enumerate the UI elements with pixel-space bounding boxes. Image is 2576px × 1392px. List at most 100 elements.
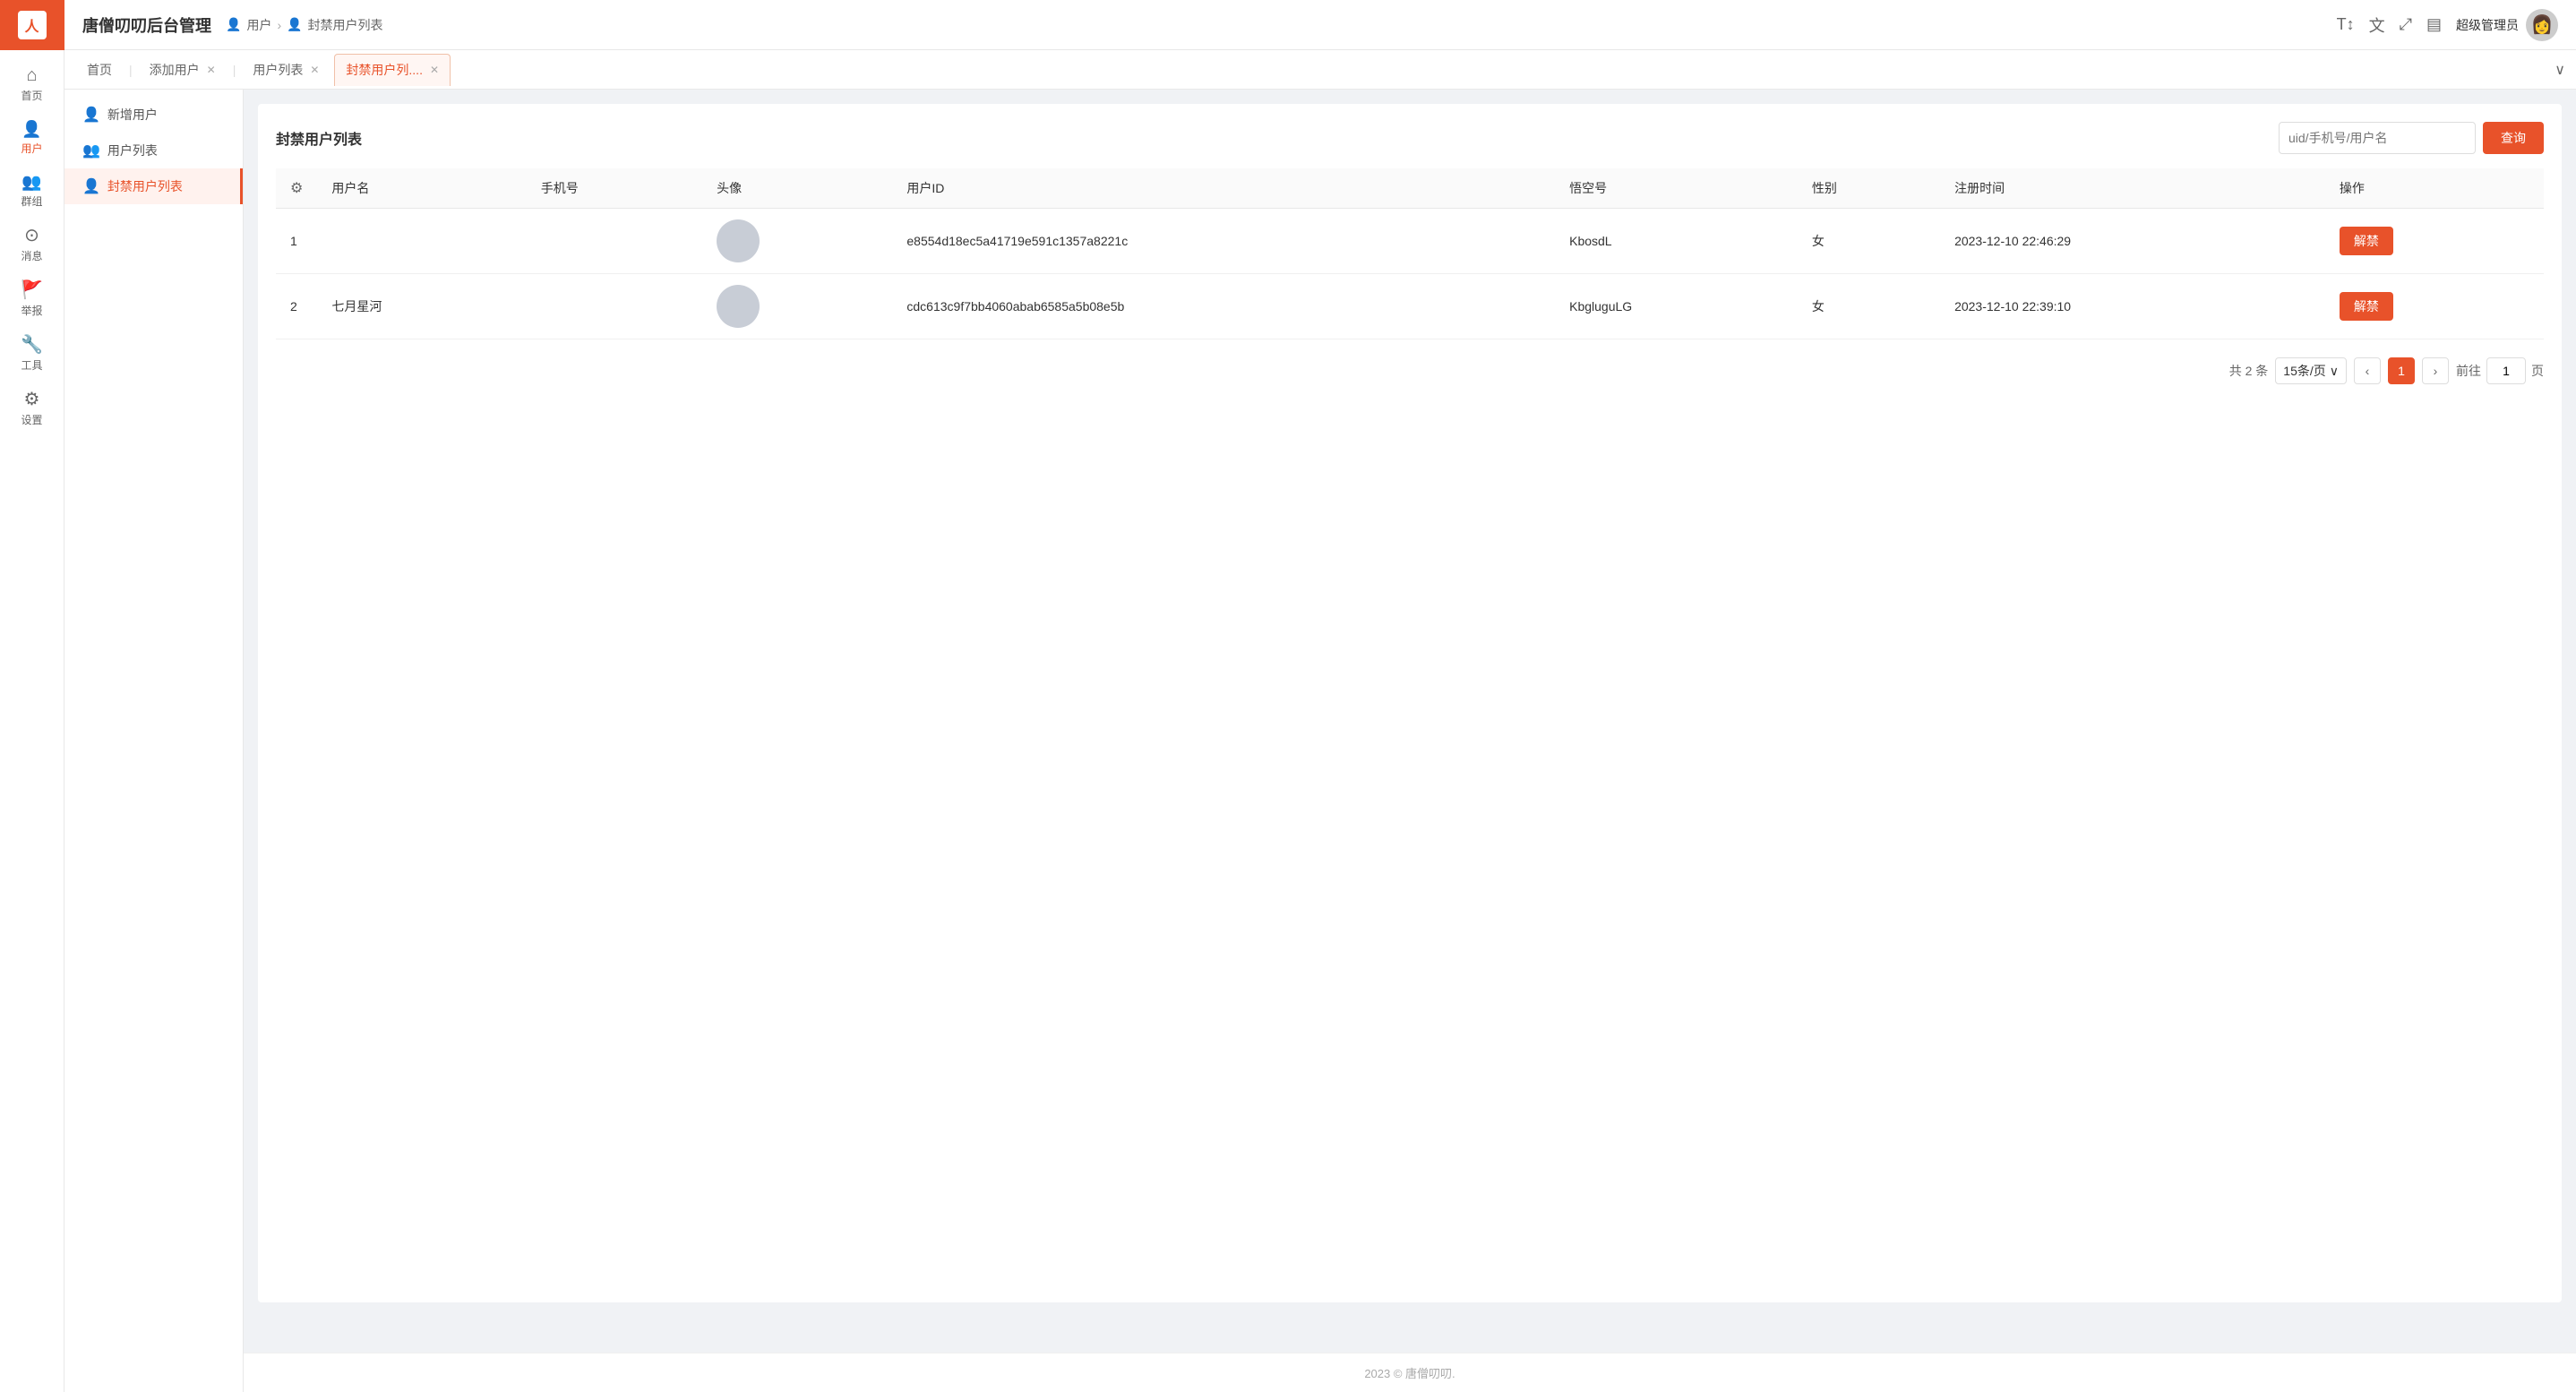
logo-text: 人 [24, 14, 39, 36]
tab-user-list[interactable]: 用户列表 ✕ [241, 54, 331, 86]
tab-user-list-label: 用户列表 [253, 61, 303, 79]
username-label: 超级管理员 [2456, 16, 2519, 34]
sidebar-item-label-user: 用户 [21, 141, 42, 156]
page-size-chevron: ∨ [2330, 364, 2339, 379]
prev-page-btn[interactable]: ‹ [2354, 357, 2381, 384]
search-input[interactable] [2279, 122, 2476, 154]
header-left: 唐僧叨叨后台管理 👤 用户 › 👤 封禁用户列表 [82, 13, 383, 37]
tab-ban-list-close[interactable]: ✕ [430, 64, 439, 76]
goto-unit: 页 [2531, 362, 2544, 380]
footer-text: 2023 © 唐僧叨叨. [1364, 1367, 1455, 1380]
sub-sidebar: 👤 新增用户 👥 用户列表 👤 封禁用户列表 [64, 90, 244, 1392]
next-page-btn[interactable]: › [2422, 357, 2449, 384]
cell-wukong: KbosdL [1555, 209, 1798, 274]
search-area: 查询 [2279, 122, 2544, 154]
cell-phone [527, 209, 702, 274]
sidebar-item-group[interactable]: 👥 群组 [0, 165, 64, 218]
header-right: T↕ 文 ⤢ ▤ 超级管理员 👩 [2337, 9, 2558, 41]
sidebar-item-label-settings: 设置 [21, 412, 42, 427]
current-page-btn[interactable]: 1 [2388, 357, 2415, 384]
cell-wukong: KbgluguLG [1555, 274, 1798, 339]
breadcrumb: 👤 用户 › 👤 封禁用户列表 [226, 16, 383, 34]
sub-sidebar-add-user-label: 新增用户 [107, 106, 158, 124]
cell-action: 解禁 [2325, 209, 2544, 274]
sidebar-item-user[interactable]: 👤 用户 [0, 112, 64, 165]
th-reg-time: 注册时间 [1940, 168, 2325, 209]
sidebar-item-report[interactable]: 🚩 举报 [0, 272, 64, 327]
sidebar-item-settings[interactable]: ⚙ 设置 [0, 382, 64, 436]
table-row: 2 七月星河 cdc613c9f7bb4060abab6585a5b08e5b … [276, 274, 2544, 339]
page-size-select[interactable]: 15条/页 ∨ [2275, 357, 2347, 384]
fullscreen-icon[interactable]: ⤢ [2400, 15, 2412, 34]
cell-user-id: e8554d18ec5a41719e591c1357a8221c [892, 209, 1555, 274]
tabs-bar: 首页 | 添加用户 ✕ | 用户列表 ✕ 封禁用户列.... ✕ ∨ [64, 50, 2576, 90]
avatar: 👩 [2526, 9, 2558, 41]
app-title: 唐僧叨叨后台管理 [82, 13, 211, 37]
sub-sidebar-user-list-label: 用户列表 [107, 142, 158, 159]
cell-action: 解禁 [2325, 274, 2544, 339]
tab-ban-list-label: 封禁用户列.... [346, 61, 423, 79]
sidebar-item-home[interactable]: ⌂ 首页 [0, 57, 64, 112]
cell-username: 七月星河 [317, 274, 526, 339]
cell-phone [527, 274, 702, 339]
cell-avatar [702, 274, 892, 339]
tab-sep-2: | [233, 63, 236, 77]
unban-button[interactable]: 解禁 [2340, 227, 2393, 255]
th-settings[interactable]: ⚙ [276, 168, 317, 209]
goto-input[interactable] [2486, 357, 2526, 384]
breadcrumb-ban: 封禁用户列表 [308, 16, 383, 34]
breadcrumb-user-icon: 👤 [226, 17, 241, 32]
tab-add-user-close[interactable]: ✕ [207, 64, 216, 76]
cell-avatar [702, 209, 892, 274]
th-user-id: 用户ID [892, 168, 1555, 209]
sidebar: 人 ⌂ 首页 👤 用户 👥 群组 ⊙ 消息 🚩 举报 🔧 工具 ⚙ 设置 [0, 0, 64, 1392]
sidebar-item-message[interactable]: ⊙ 消息 [0, 218, 64, 272]
sidebar-item-tool[interactable]: 🔧 工具 [0, 327, 64, 382]
data-table: ⚙ 用户名 手机号 头像 用户ID 悟空号 性别 注册时间 操作 [276, 168, 2544, 339]
table-row: 1 e8554d18ec5a41719e591c1357a8221c Kbosd… [276, 209, 2544, 274]
cell-username [317, 209, 526, 274]
tab-ban-list[interactable]: 封禁用户列.... ✕ [334, 54, 451, 86]
body-area: 👤 新增用户 👥 用户列表 👤 封禁用户列表 封禁用户列表 [64, 90, 2576, 1392]
cell-index: 1 [276, 209, 317, 274]
sub-sidebar-ban-list-label: 封禁用户列表 [107, 177, 183, 195]
cell-user-id: cdc613c9f7bb4060abab6585a5b08e5b [892, 274, 1555, 339]
goto-label: 前往 [2456, 362, 2481, 380]
tab-add-user[interactable]: 添加用户 ✕ [138, 54, 228, 86]
sidebar-nav: ⌂ 首页 👤 用户 👥 群组 ⊙ 消息 🚩 举报 🔧 工具 ⚙ 设置 [0, 50, 64, 1392]
breadcrumb-sep: › [277, 18, 281, 32]
unban-button[interactable]: 解禁 [2340, 292, 2393, 321]
main-area: 唐僧叨叨后台管理 👤 用户 › 👤 封禁用户列表 T↕ 文 ⤢ ▤ 超级管理员 … [64, 0, 2576, 1392]
sidebar-item-label-home: 首页 [21, 88, 42, 103]
page-size-label: 15条/页 [2283, 362, 2325, 380]
translate-icon[interactable]: 文 [2369, 13, 2385, 37]
pagination: 共 2 条 15条/页 ∨ ‹ 1 › 前往 页 [276, 357, 2544, 384]
top-header: 唐僧叨叨后台管理 👤 用户 › 👤 封禁用户列表 T↕ 文 ⤢ ▤ 超级管理员 … [64, 0, 2576, 50]
page-goto: 前往 页 [2456, 357, 2544, 384]
message-icon: ⊙ [24, 227, 39, 245]
sub-sidebar-item-add-user[interactable]: 👤 新增用户 [64, 97, 243, 133]
sub-sidebar-item-user-list[interactable]: 👥 用户列表 [64, 133, 243, 168]
th-username: 用户名 [317, 168, 526, 209]
logo-icon: 人 [18, 11, 47, 39]
th-wukong: 悟空号 [1555, 168, 1798, 209]
ban-list-icon: 👤 [82, 177, 100, 195]
cell-gender: 女 [1798, 274, 1940, 339]
tab-home[interactable]: 首页 [75, 54, 124, 86]
footer: 2023 © 唐僧叨叨. [244, 1353, 2576, 1392]
content-card: 封禁用户列表 查询 ⚙ 用户名 [258, 104, 2562, 1302]
sidebar-logo: 人 [0, 0, 64, 50]
search-button[interactable]: 查询 [2483, 122, 2544, 154]
content-area: 封禁用户列表 查询 ⚙ 用户名 [244, 90, 2576, 1353]
header-user[interactable]: 超级管理员 👩 [2456, 9, 2558, 41]
tabs-expand-btn[interactable]: ∨ [2555, 61, 2565, 79]
tab-user-list-close[interactable]: ✕ [310, 64, 319, 76]
layout-icon[interactable]: ▤ [2426, 15, 2442, 34]
cell-gender: 女 [1798, 209, 1940, 274]
sub-sidebar-item-ban-list[interactable]: 👤 封禁用户列表 [64, 168, 243, 204]
font-size-icon[interactable]: T↕ [2337, 15, 2355, 34]
tab-sep-1: | [129, 63, 133, 77]
group-icon: 👥 [21, 174, 41, 190]
sidebar-item-label-message: 消息 [21, 248, 42, 263]
page-header: 封禁用户列表 查询 [276, 122, 2544, 154]
